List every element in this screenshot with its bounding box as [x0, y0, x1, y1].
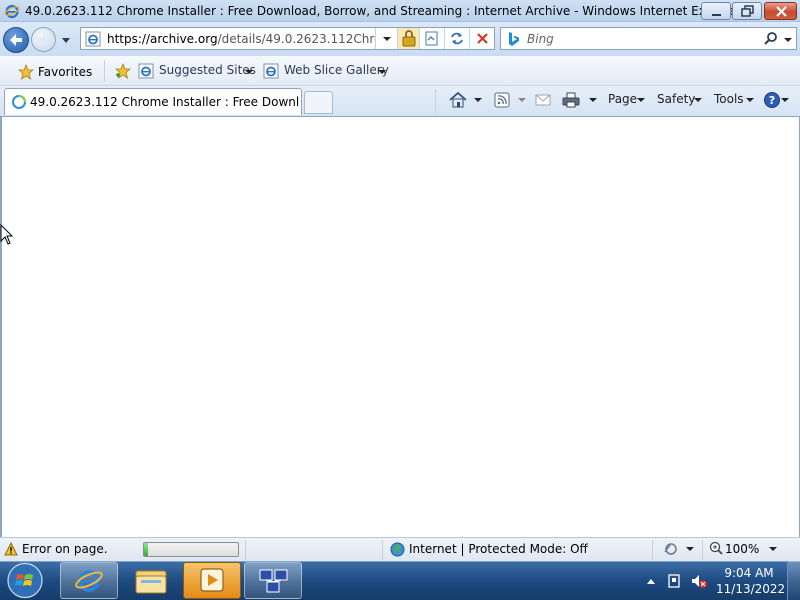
- taskbar-internet-explorer[interactable]: [60, 562, 118, 599]
- help-icon[interactable]: ?: [762, 91, 782, 109]
- back-arrow-icon: [10, 34, 22, 46]
- ie-logo-icon: [75, 570, 103, 592]
- print-icon[interactable]: [561, 91, 581, 109]
- add-to-favorites-bar-icon[interactable]: [114, 63, 132, 80]
- safety-menu[interactable]: Safety: [657, 92, 695, 110]
- page-content[interactable]: [0, 117, 800, 537]
- tab-title: 49.0.2623.112 Chrome Installer : Free Do…: [30, 95, 300, 109]
- page-ie-icon: [85, 31, 101, 47]
- chevron-down-icon[interactable]: [589, 98, 597, 102]
- security-zone[interactable]: Internet | Protected Mode: Off: [409, 542, 588, 556]
- separator: [104, 60, 105, 82]
- page-load-progress: [143, 542, 239, 557]
- page-ie-icon: [138, 63, 154, 79]
- chevron-down-icon[interactable]: [769, 547, 777, 551]
- page-ie-icon: [263, 63, 279, 79]
- stop-button[interactable]: [469, 28, 495, 49]
- progress-fill: [144, 543, 148, 556]
- recent-pages-dropdown[interactable]: [59, 34, 73, 46]
- search-icon[interactable]: [762, 30, 780, 48]
- restore-icon: [741, 5, 754, 17]
- tab-active[interactable]: 49.0.2623.112 Chrome Installer : Free Do…: [4, 88, 302, 115]
- show-hidden-icons-button[interactable]: [647, 579, 655, 584]
- chevron-down-icon[interactable]: [746, 98, 754, 102]
- chevron-down-icon[interactable]: [474, 98, 482, 102]
- chevron-down-icon[interactable]: [518, 98, 526, 102]
- separator: [382, 540, 383, 560]
- close-icon: [776, 6, 787, 17]
- taskbar-network-app[interactable]: [244, 562, 302, 599]
- taskbar-windows-explorer[interactable]: [122, 562, 180, 599]
- stop-icon: [477, 33, 488, 44]
- chevron-down-icon[interactable]: [637, 98, 645, 102]
- tools-menu[interactable]: Tools: [714, 92, 744, 110]
- zoom-icon: [709, 541, 723, 555]
- favorites-button[interactable]: Favorites: [8, 60, 94, 83]
- security-report-button[interactable]: [397, 28, 419, 49]
- zoom-level[interactable]: 100%: [725, 542, 759, 556]
- clock-date[interactable]: 11/13/2022: [716, 582, 785, 596]
- search-box[interactable]: Bing: [500, 27, 797, 50]
- url-path: /details/49.0.2623.112ChromeIn: [217, 32, 375, 46]
- globe-icon: [390, 542, 405, 557]
- refresh-icon: [451, 32, 463, 45]
- media-player-icon: [200, 568, 224, 592]
- minimize-icon: [712, 14, 721, 16]
- status-message[interactable]: Error on page.: [22, 542, 108, 556]
- new-tab-button[interactable]: [304, 91, 333, 114]
- rss-icon[interactable]: [492, 91, 512, 109]
- svg-text:?: ?: [769, 94, 775, 107]
- separator: [652, 540, 653, 560]
- chevron-down-icon[interactable]: [378, 70, 386, 74]
- loading-icon: [12, 95, 26, 109]
- search-options-dropdown[interactable]: [782, 30, 794, 48]
- popup-blocker-icon[interactable]: [661, 541, 681, 557]
- minimize-button[interactable]: [701, 2, 731, 20]
- folder-icon: [135, 570, 167, 594]
- taskbar-media-player[interactable]: [183, 562, 241, 599]
- compatibility-view-button[interactable]: [419, 28, 444, 49]
- search-placeholder: Bing: [527, 32, 554, 46]
- chevron-down-icon: [383, 37, 391, 41]
- mail-icon[interactable]: [533, 91, 553, 109]
- address-dropdown[interactable]: [375, 28, 397, 49]
- back-button[interactable]: [3, 27, 29, 53]
- chevron-down-icon[interactable]: [245, 70, 253, 74]
- url-text[interactable]: https://archive.org/details/49.0.2623.11…: [107, 32, 375, 46]
- favorites-label: Favorites: [38, 65, 93, 79]
- separator: [435, 89, 436, 113]
- clock-time[interactable]: 9:04 AM: [716, 566, 782, 580]
- ie-logo-icon: [4, 4, 20, 19]
- restore-button[interactable]: [732, 2, 762, 20]
- start-orb-icon[interactable]: [4, 561, 46, 600]
- lock-icon: [402, 30, 416, 47]
- bing-logo-icon: [509, 32, 519, 46]
- address-bar[interactable]: https://archive.org/details/49.0.2623.11…: [80, 27, 495, 50]
- web-slice-gallery-link[interactable]: Web Slice Gallery: [284, 63, 389, 77]
- star-icon: [18, 64, 34, 80]
- volume-muted-icon[interactable]: [690, 572, 708, 590]
- mouse-cursor-icon: [0, 224, 14, 245]
- forward-button[interactable]: [31, 27, 56, 52]
- show-desktop-button[interactable]: [787, 561, 800, 600]
- title-bar: 49.0.2623.112 Chrome Installer : Free Do…: [0, 0, 800, 22]
- suggested-sites-link[interactable]: Suggested Sites: [159, 63, 256, 77]
- home-icon[interactable]: [448, 91, 468, 109]
- close-button[interactable]: [764, 2, 797, 20]
- window-title: 49.0.2623.112 Chrome Installer : Free Do…: [25, 4, 742, 18]
- chevron-down-icon[interactable]: [781, 98, 789, 102]
- separator: [702, 540, 703, 560]
- compatibility-icon: [425, 31, 438, 46]
- refresh-button[interactable]: [444, 28, 469, 49]
- page-menu[interactable]: Page: [608, 92, 637, 110]
- chevron-down-icon[interactable]: [694, 98, 702, 102]
- url-host: https://archive.org: [107, 32, 218, 46]
- chevron-down-icon[interactable]: [686, 547, 694, 551]
- forward-arrow-icon: [37, 33, 49, 46]
- warning-icon[interactable]: [4, 542, 18, 556]
- separator: [245, 540, 246, 560]
- action-center-icon[interactable]: [666, 572, 684, 590]
- network-icon: [259, 569, 288, 593]
